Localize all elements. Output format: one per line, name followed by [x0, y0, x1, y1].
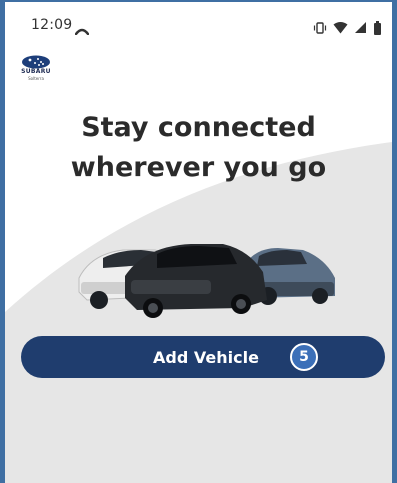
- subaru-logo-icon: [22, 55, 50, 69]
- brand-name: SUBARU: [21, 68, 51, 75]
- status-icons: [312, 17, 382, 36]
- app-screen: 12:09 SUBARU Solterra Stay connected whe…: [0, 0, 397, 483]
- headline-line-1: Stay connected: [81, 112, 316, 143]
- subaru-logo: SUBARU Solterra: [19, 54, 53, 81]
- vibrate-icon: [313, 21, 327, 34]
- signal-icon: [355, 22, 367, 33]
- status-bar: 12:09: [5, 2, 392, 38]
- add-vehicle-button[interactable]: Add Vehicle 5: [21, 336, 385, 378]
- add-vehicle-label: Add Vehicle: [153, 348, 259, 367]
- headline-line-2: wherever you go: [70, 152, 327, 183]
- step-badge: 5: [290, 343, 318, 371]
- battery-icon: [374, 20, 382, 35]
- wifi-icon: [333, 22, 348, 34]
- status-time: 12:09: [31, 17, 73, 33]
- cast-icon: [74, 20, 90, 39]
- vehicles-image: [78, 244, 335, 318]
- hero-headline: Stay connected wherever you go: [5, 108, 392, 188]
- model-name: Solterra: [28, 76, 44, 81]
